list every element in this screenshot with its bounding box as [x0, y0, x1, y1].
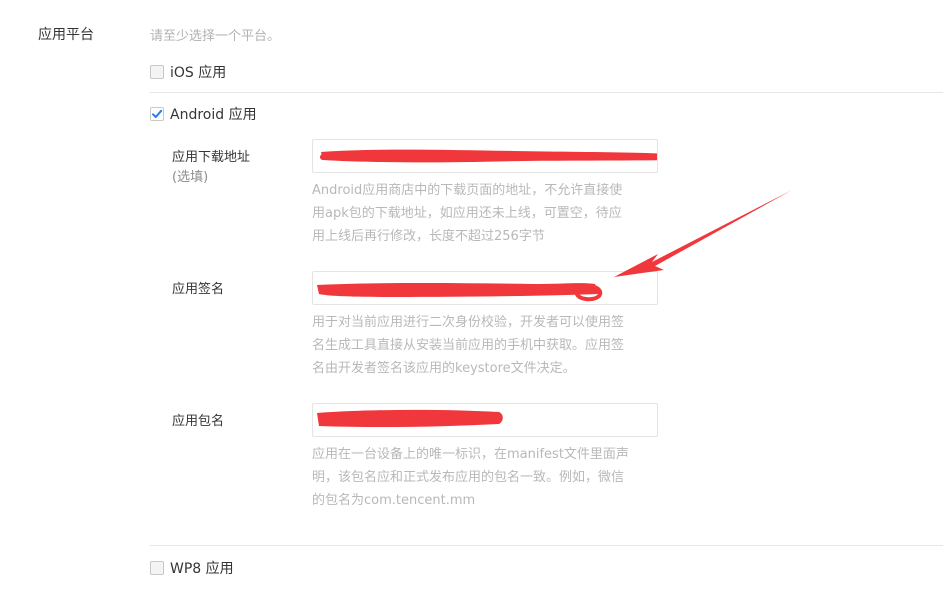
signature-input[interactable] — [312, 271, 658, 305]
download-url-optional-label: (选填) — [172, 170, 209, 185]
signature-description: 用于对当前应用进行二次身份校验，开发者可以使用签 名生成工具直接从安装当前应用的… — [312, 311, 660, 380]
description-line: 的包名为com.tencent.mm — [312, 493, 476, 508]
download-url-description: Android应用商店中的下载页面的地址，不允许直接使 用apk包的下载地址，如… — [312, 179, 660, 248]
description-line: 名生成工具直接从安装当前应用的手机中获取。应用签 — [312, 338, 625, 353]
description-line: 名由开发者签名该应用的keystore文件决定。 — [312, 361, 576, 376]
divider — [150, 545, 943, 546]
wp8-platform-checkbox[interactable]: WP8 应用 — [150, 558, 234, 578]
android-platform-checkbox[interactable]: Android 应用 — [150, 104, 257, 124]
ios-checkbox-box[interactable] — [150, 65, 164, 79]
ios-checkbox-label: iOS 应用 — [170, 65, 227, 81]
description-line: Android应用商店中的下载页面的地址，不允许直接使 — [312, 183, 623, 198]
redaction-mark — [320, 149, 657, 163]
description-line: 应用在一台设备上的唯一标识，在manifest文件里面声 — [312, 447, 629, 462]
package-name-label: 应用包名 — [172, 414, 225, 429]
redaction-mark — [317, 283, 603, 302]
description-line: 用apk包的下载地址，如应用还未上线，可置空，待应 — [312, 206, 622, 221]
description-line: 用上线后再行修改，长度不超过256字节 — [312, 229, 545, 244]
download-url-input[interactable] — [312, 139, 658, 173]
redaction-mark — [317, 409, 503, 428]
download-url-label: 应用下载地址 — [172, 150, 251, 165]
description-line: 明，该包名应和正式发布应用的包名一致。例如，微信 — [312, 470, 625, 485]
package-name-input[interactable] — [312, 403, 658, 437]
description-line: 用于对当前应用进行二次身份校验，开发者可以使用签 — [312, 315, 625, 330]
section-hint: 请至少选择一个平台。 — [150, 29, 281, 44]
ios-platform-checkbox[interactable]: iOS 应用 — [150, 62, 226, 82]
section-label: 应用平台 — [38, 27, 94, 43]
divider — [150, 92, 943, 93]
check-icon — [152, 109, 163, 118]
download-url-label-group: 应用下载地址 (选填) — [172, 148, 250, 188]
signature-label: 应用签名 — [172, 282, 225, 297]
android-checkbox-box[interactable] — [150, 107, 164, 121]
wp8-checkbox-box[interactable] — [150, 561, 164, 575]
package-name-description: 应用在一台设备上的唯一标识，在manifest文件里面声 明，该包名应和正式发布… — [312, 443, 660, 512]
android-checkbox-label: Android 应用 — [170, 107, 257, 123]
wp8-checkbox-label: WP8 应用 — [170, 561, 234, 577]
